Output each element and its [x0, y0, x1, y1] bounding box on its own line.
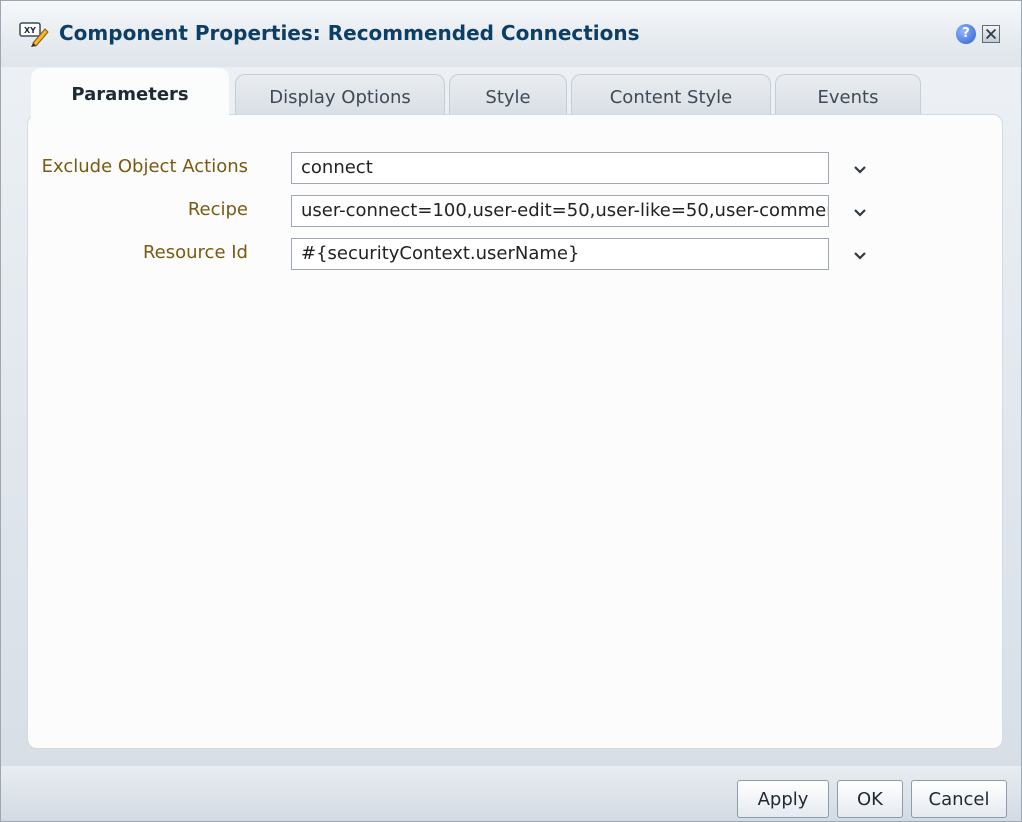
title-bar: XY Component Properties: Recommended Con…: [1, 1, 1021, 67]
help-icon[interactable]: ?: [956, 24, 976, 44]
svg-text:XY: XY: [24, 26, 36, 35]
exclude-object-actions-field[interactable]: connect: [291, 152, 829, 184]
parameters-panel: Exclude Object Actions connect Recipe us…: [27, 114, 1003, 749]
apply-button[interactable]: Apply: [737, 780, 829, 818]
recipe-label: Recipe: [187, 199, 248, 220]
component-properties-dialog: XY Component Properties: Recommended Con…: [0, 0, 1022, 822]
tab-parameters[interactable]: Parameters: [31, 68, 229, 120]
exclude-object-actions-label: Exclude Object Actions: [41, 156, 248, 177]
dialog-title: Component Properties: Recommended Connec…: [59, 21, 640, 45]
recipe-field[interactable]: user-connect=100,user-edit=50,user-like=…: [291, 195, 829, 227]
close-icon[interactable]: [982, 25, 1000, 43]
chevron-down-icon[interactable]: [851, 203, 869, 221]
chevron-down-icon[interactable]: [851, 160, 869, 178]
expression-editor-icon: XY: [19, 22, 49, 47]
ok-button[interactable]: OK: [837, 780, 903, 818]
resource-id-label: Resource Id: [142, 242, 248, 263]
chevron-down-icon[interactable]: [851, 246, 869, 264]
resource-id-field[interactable]: #{securityContext.userName}: [291, 238, 829, 270]
tab-bar: Parameters Display Options Style Content…: [31, 68, 991, 120]
button-bar: Apply OK Cancel: [1, 766, 1021, 821]
cancel-button[interactable]: Cancel: [911, 780, 1007, 818]
